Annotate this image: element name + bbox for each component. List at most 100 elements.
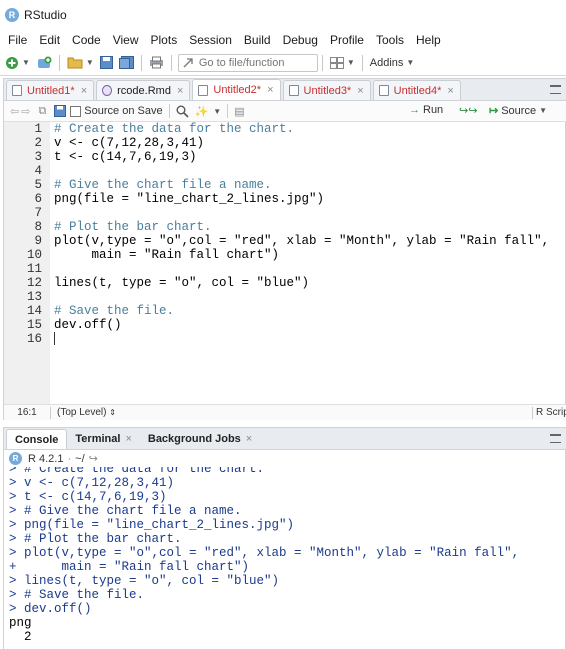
tab-untitled2[interactable]: Untitled2* × <box>192 79 281 100</box>
close-icon[interactable]: × <box>81 85 87 97</box>
tab-label: Untitled1* <box>27 84 75 97</box>
print-button[interactable] <box>146 53 167 73</box>
console-line: > # Save the file. <box>9 588 145 602</box>
close-icon[interactable]: × <box>177 85 183 97</box>
line-number: 16 <box>26 332 42 346</box>
open-file-button[interactable]: ▼ <box>64 53 97 73</box>
r-version: R 4.2.1 <box>28 452 64 465</box>
menu-build[interactable]: Build <box>238 33 277 47</box>
code-editor[interactable]: # Create the data for the chart. v <- c(… <box>50 122 566 404</box>
show-in-window-icon[interactable]: ⧉ <box>38 105 46 118</box>
layout-button[interactable]: ▼ <box>327 53 358 73</box>
code-line: main = "Rain fall chart") <box>54 248 280 262</box>
back-arrow-icon[interactable]: ⇦ <box>10 105 19 118</box>
menu-debug[interactable]: Debug <box>277 33 324 47</box>
r-script-icon <box>288 85 299 96</box>
forward-arrow-icon[interactable]: ⇨ <box>21 105 30 118</box>
close-icon[interactable]: × <box>125 433 131 445</box>
console-line: > lines(t, type = "o", col = "blue") <box>9 574 280 588</box>
console-line: + main = "Rain fall chart") <box>9 560 250 574</box>
line-number: 11 <box>26 262 42 276</box>
new-file-icon <box>6 56 18 69</box>
tab-label: Untitled4* <box>393 84 442 97</box>
close-icon[interactable]: × <box>246 433 252 445</box>
tab-untitled3[interactable]: Untitled3* × <box>282 80 371 100</box>
folder-open-icon <box>67 57 83 69</box>
code-tools-wand-icon[interactable]: ✨ <box>195 105 209 118</box>
save-all-icon <box>118 56 134 69</box>
document-outline-icon[interactable]: ▤ <box>234 105 244 118</box>
tab-background-jobs[interactable]: Background Jobs × <box>140 429 260 449</box>
editor-status-bar: 16:1 (Top Level) ⇕ R Script <box>4 404 566 420</box>
code-line: # Plot the bar chart. <box>54 220 212 234</box>
code-line: dev.off() <box>54 318 122 332</box>
source-on-save-label: Source on Save <box>84 105 163 117</box>
updown-icon: ⇕ <box>109 408 116 417</box>
tab-label: rcode.Rmd <box>117 84 171 97</box>
search-icon[interactable] <box>176 105 189 118</box>
editor-toolbar: ⇦ ⇨ ⧉ Source on Save ✨ ▼ ▤ → Run ↪↪ ↦ Sourc… <box>4 101 566 122</box>
working-directory[interactable]: ~/ <box>75 453 84 465</box>
run-button[interactable]: → Run <box>409 104 443 116</box>
addins-button[interactable]: Addins ▼ <box>367 53 418 73</box>
tab-terminal[interactable]: Terminal × <box>67 429 139 449</box>
menu-code[interactable]: Code <box>66 33 107 47</box>
console-output[interactable]: > # Create the data for the chart. > v <… <box>4 467 566 649</box>
menu-edit[interactable]: Edit <box>33 33 66 47</box>
line-number: 15 <box>26 318 42 332</box>
line-number: 9 <box>34 234 42 248</box>
r-script-icon <box>198 84 209 96</box>
new-project-button[interactable] <box>33 53 55 73</box>
tab-untitled1[interactable]: Untitled1* × <box>6 80 95 100</box>
tab-label: Background Jobs <box>147 433 241 445</box>
line-number: 2 <box>34 136 42 150</box>
close-icon[interactable]: × <box>357 85 363 97</box>
r-logo-icon: R <box>9 452 22 465</box>
close-icon[interactable]: × <box>267 84 273 96</box>
maximize-pane-icon[interactable] <box>550 85 561 94</box>
line-number: 3 <box>34 150 42 164</box>
tab-rcode-rmd[interactable]: rcode.Rmd × <box>96 80 191 100</box>
console-line: > plot(v,type = "o",col = "red", xlab = … <box>9 546 520 560</box>
source-button[interactable]: ↦ Source ▼ <box>489 104 547 118</box>
scope-label: (Top Level) <box>57 407 107 418</box>
status-separator <box>50 406 51 419</box>
save-icon <box>99 56 113 69</box>
save-button[interactable] <box>97 53 116 73</box>
separator-dot: · <box>67 452 72 465</box>
toolbar-separator <box>168 104 170 118</box>
editor-tab-bar: Untitled1* × rcode.Rmd × Untitled2* × Un… <box>4 79 566 101</box>
source-arrow-icon: ↦ <box>489 105 499 117</box>
menu-view[interactable]: View <box>107 33 145 47</box>
menu-help[interactable]: Help <box>410 33 447 47</box>
menu-profile[interactable]: Profile <box>324 33 370 47</box>
menu-file[interactable]: File <box>2 33 33 47</box>
console-tab-bar: Console Terminal × Background Jobs × <box>4 428 566 450</box>
menu-plots[interactable]: Plots <box>145 33 184 47</box>
line-number: 13 <box>26 290 42 304</box>
goto-file-input[interactable]: Go to file/function <box>177 53 318 72</box>
source-on-save-checkbox[interactable] <box>70 105 82 117</box>
filetype-selector[interactable]: R Script <box>536 407 566 418</box>
code-line: t <- c(14,7,6,19,3) <box>54 150 197 164</box>
goto-dir-icon[interactable]: ↪ <box>89 452 98 465</box>
console-line: > # Create the data for the chart. <box>9 467 265 476</box>
tab-console[interactable]: Console <box>6 429 68 449</box>
rerun-button[interactable]: ↪↪ <box>459 104 477 117</box>
code-line: png(file = "line_chart_2_lines.jpg") <box>54 192 325 206</box>
chevron-down-icon[interactable]: ▼ <box>213 107 221 116</box>
maximize-pane-icon[interactable] <box>550 434 561 443</box>
scope-selector[interactable]: (Top Level) ⇕ <box>57 407 116 418</box>
chevron-down-icon[interactable]: ▼ <box>539 106 547 115</box>
save-all-button[interactable] <box>116 53 137 73</box>
new-file-button[interactable]: ▼ <box>2 53 33 73</box>
save-icon[interactable] <box>54 105 67 117</box>
source-editor-pane: Untitled1* × rcode.Rmd × Untitled2* × Un… <box>3 78 566 420</box>
main-toolbar: ▼ ▼ Go to file/function ▼ Addins ▼ <box>0 50 566 76</box>
close-icon[interactable]: × <box>447 85 453 97</box>
line-number: 7 <box>34 206 42 220</box>
code-line: # Save the file. <box>54 304 175 318</box>
menu-tools[interactable]: Tools <box>370 33 410 47</box>
tab-untitled4[interactable]: Untitled4* × <box>372 80 461 100</box>
menu-session[interactable]: Session <box>183 33 238 47</box>
